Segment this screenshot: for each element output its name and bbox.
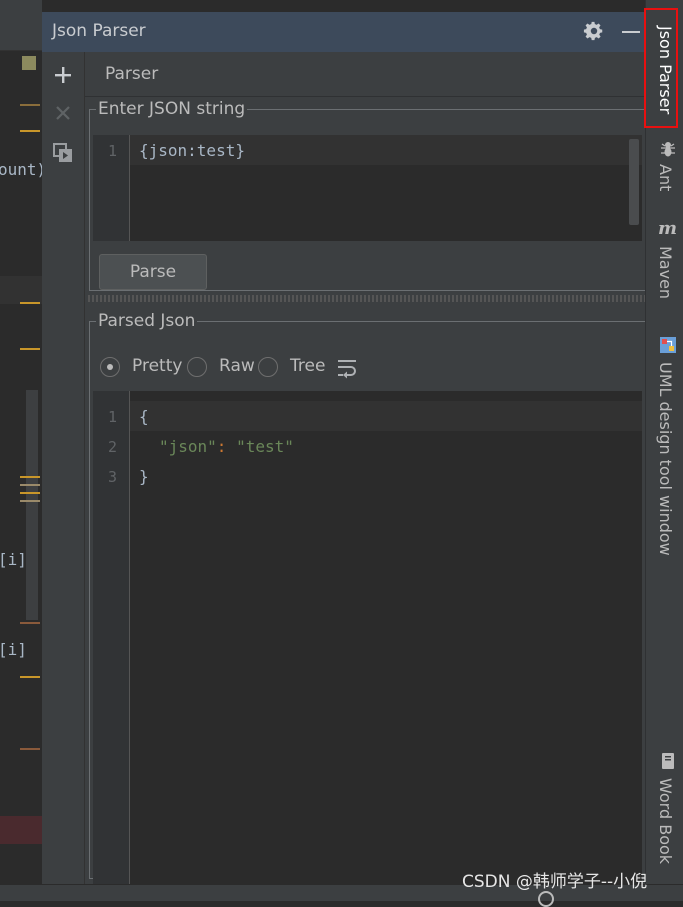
json-key: "json" xyxy=(159,437,217,456)
error-stripe-marker xyxy=(20,348,40,350)
tool-window-toolbar xyxy=(42,52,85,884)
stripe-item-uml-design-tool-window[interactable]: UML design tool window xyxy=(656,362,675,556)
line-number-gutter: 1 2 3 xyxy=(93,391,130,887)
tab-parser[interactable]: Parser xyxy=(105,64,158,84)
current-line-highlight xyxy=(130,401,642,431)
pretty-label[interactable]: Pretty xyxy=(132,356,182,376)
stripe-item-word-book[interactable]: Word Book xyxy=(656,778,675,864)
new-window-icon[interactable] xyxy=(52,142,74,164)
error-stripe-marker xyxy=(20,500,40,502)
editor-scrollbar[interactable] xyxy=(26,390,38,620)
stripe-item-maven[interactable]: Maven xyxy=(656,246,675,299)
line-number: 1 xyxy=(107,408,117,426)
parsed-json-viewer[interactable]: 1 2 3 { "json": "test" } xyxy=(93,391,642,887)
json-input-editor[interactable]: 1 {json:test} xyxy=(93,135,642,241)
pretty-radio[interactable] xyxy=(100,357,120,377)
json-output-line: { xyxy=(139,407,149,426)
error-stripe-marker xyxy=(20,622,40,624)
soft-wrap-icon[interactable] xyxy=(336,357,358,379)
editor-error-line xyxy=(0,816,42,844)
tool-window-title-bar: Json Parser xyxy=(42,12,645,52)
plus-icon[interactable] xyxy=(52,64,74,86)
panel-splitter[interactable] xyxy=(88,295,647,302)
json-colon: : xyxy=(216,437,237,456)
line-number: 1 xyxy=(107,142,117,160)
tree-label[interactable]: Tree xyxy=(290,356,325,376)
tab-strip: Parser xyxy=(85,52,645,97)
error-stripe-marker xyxy=(20,492,40,494)
error-stripe-marker xyxy=(20,484,40,486)
enter-json-legend: Enter JSON string xyxy=(98,99,246,119)
gear-icon[interactable] xyxy=(583,20,605,42)
editor-highlight-line xyxy=(0,276,42,304)
background-editor: ount) [i] [i] xyxy=(0,0,42,884)
tree-radio[interactable] xyxy=(258,357,278,377)
json-value: "test" xyxy=(236,437,294,456)
editor-code-fragment: [i] xyxy=(0,640,27,659)
error-stripe-marker xyxy=(20,302,40,304)
json-output-line: } xyxy=(139,467,149,486)
editor-code-fragment: ount) xyxy=(0,160,42,179)
error-stripe-marker xyxy=(20,130,40,132)
tool-window-title: Json Parser xyxy=(52,21,146,41)
parsed-json-legend: Parsed Json xyxy=(98,311,196,331)
bookmark-marker xyxy=(22,56,36,70)
minimize-icon[interactable] xyxy=(622,31,640,33)
watermark: CSDN @韩师学子--小倪 xyxy=(462,872,648,892)
json-output-line: "json": "test" xyxy=(139,437,294,456)
ant-icon xyxy=(661,142,675,157)
parse-button[interactable]: Parse xyxy=(99,254,207,290)
event-log-icon[interactable] xyxy=(538,891,554,907)
error-stripe-marker xyxy=(20,476,40,478)
enter-json-group: Enter JSON string 1 {json:test} Parse xyxy=(89,99,648,291)
editor-code-fragment: [i] xyxy=(0,550,27,569)
error-stripe-marker xyxy=(20,104,40,106)
book-icon xyxy=(662,753,674,769)
line-number: 2 xyxy=(107,438,117,456)
parsed-json-group: Parsed Json Pretty Raw Tree 1 2 3 { "jso… xyxy=(89,311,648,887)
maven-icon: m xyxy=(658,218,678,239)
line-number: 3 xyxy=(107,468,117,486)
uml-icon xyxy=(660,337,676,353)
highlight-box xyxy=(644,8,678,128)
line-number-gutter: 1 xyxy=(93,135,130,241)
error-stripe-marker xyxy=(20,748,40,750)
raw-radio[interactable] xyxy=(187,357,207,377)
error-stripe-marker xyxy=(20,676,40,678)
editor-tab-bar xyxy=(0,0,42,51)
right-tool-stripe: Json Parser Ant m Maven UML design tool … xyxy=(645,0,683,884)
json-input-line[interactable]: {json:test} xyxy=(139,141,245,160)
close-icon[interactable] xyxy=(52,102,74,124)
raw-label[interactable]: Raw xyxy=(219,356,255,376)
stripe-item-ant[interactable]: Ant xyxy=(656,164,675,191)
input-scrollbar[interactable] xyxy=(629,139,639,225)
